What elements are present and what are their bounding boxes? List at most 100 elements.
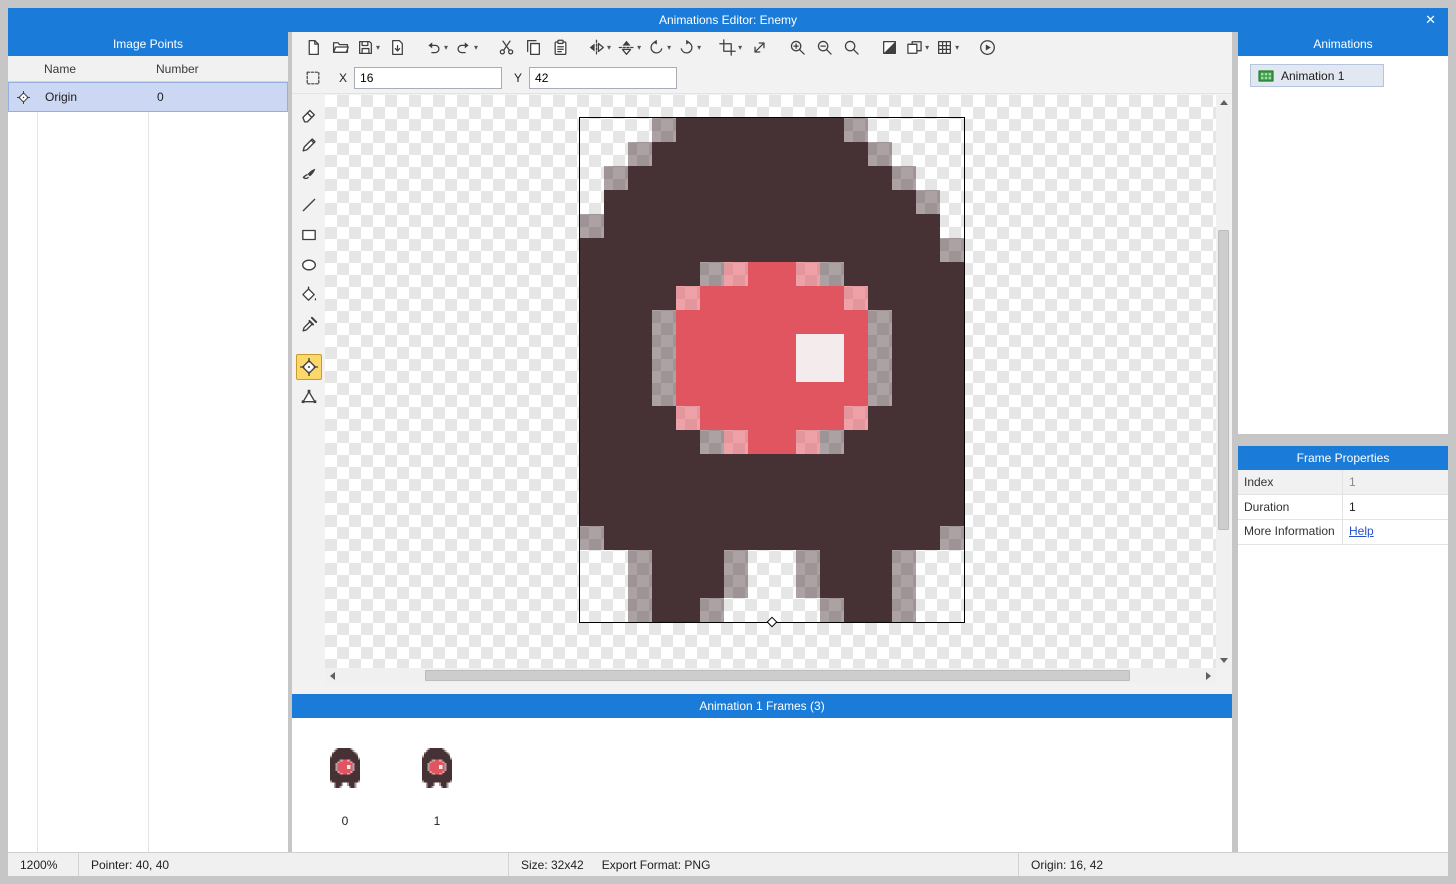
- play-animation-button[interactable]: [974, 34, 1000, 60]
- flip-horizontal-button[interactable]: ▾: [585, 34, 614, 60]
- paste-button[interactable]: [547, 34, 573, 60]
- zoom-in-button[interactable]: [784, 34, 810, 60]
- frame-thumbnail[interactable]: 1: [409, 748, 465, 828]
- open-folder-button[interactable]: [327, 34, 353, 60]
- flip-vertical-button[interactable]: ▾: [615, 34, 644, 60]
- toolbar-separator: [482, 47, 493, 48]
- y-input[interactable]: [529, 67, 677, 89]
- image-point-row-origin[interactable]: Origin 0: [8, 82, 288, 112]
- canvas-area[interactable]: [325, 95, 1216, 668]
- pencil-tool-button[interactable]: [296, 132, 322, 158]
- dropdown-arrow-icon[interactable]: ▾: [738, 43, 742, 52]
- coordinates-toolbar: X Y: [292, 62, 1232, 94]
- dropdown-arrow-icon[interactable]: ▾: [376, 43, 380, 52]
- sprite-canvas[interactable]: [580, 118, 964, 622]
- dropdown-arrow-icon[interactable]: ▾: [474, 43, 478, 52]
- eyedropper-icon: [300, 316, 318, 334]
- frame-properties-panel: Frame Properties Index 1 Duration 1 More…: [1238, 446, 1448, 852]
- origin-tool-button[interactable]: [296, 354, 322, 380]
- dropdown-arrow-icon[interactable]: ▾: [607, 43, 611, 52]
- frame-thumbnail[interactable]: 0: [317, 748, 373, 828]
- resize-button[interactable]: [746, 34, 772, 60]
- frame-sprite-canvas: [330, 748, 360, 788]
- origin-point-icon: [17, 91, 30, 104]
- copy-button[interactable]: [520, 34, 546, 60]
- x-label: X: [339, 71, 347, 85]
- x-input[interactable]: [354, 67, 502, 89]
- crop-button[interactable]: ▾: [716, 34, 745, 60]
- vertical-scroll-thumb[interactable]: [1218, 230, 1229, 530]
- help-link[interactable]: Help: [1349, 524, 1374, 538]
- collision-polygon-tool-button[interactable]: [296, 384, 322, 410]
- fill-icon: [300, 286, 318, 304]
- dropdown-arrow-icon[interactable]: ▾: [697, 43, 701, 52]
- sprite-selection-box[interactable]: [580, 118, 964, 622]
- zoom-reset-button[interactable]: [838, 34, 864, 60]
- redo-icon: [455, 39, 472, 56]
- dropdown-arrow-icon[interactable]: ▾: [925, 43, 929, 52]
- dropdown-arrow-icon[interactable]: ▾: [667, 43, 671, 52]
- dropdown-arrow-icon[interactable]: ▾: [444, 43, 448, 52]
- frames-list: 01: [292, 718, 1232, 852]
- scroll-down-arrow[interactable]: [1216, 653, 1231, 668]
- invert-background-button[interactable]: [876, 34, 902, 60]
- animations-header: Animations: [1238, 32, 1448, 56]
- eyedropper-tool-button[interactable]: [296, 312, 322, 338]
- redo-button[interactable]: ▾: [452, 34, 481, 60]
- brush-tool-button[interactable]: [296, 162, 322, 188]
- animation-strip-icon: [1258, 68, 1274, 84]
- toolbar-separator: [773, 47, 784, 48]
- grid-button[interactable]: ▾: [933, 34, 962, 60]
- main-toolbar: ▾ ▾ ▾ ▾ ▾ ▾ ▾ ▾ ▾ ▾: [292, 32, 1232, 62]
- pointer-position: Pointer: 40, 40: [91, 858, 169, 872]
- scroll-left-arrow[interactable]: [325, 668, 340, 683]
- cut-button[interactable]: [493, 34, 519, 60]
- animation-item[interactable]: Animation 1: [1250, 64, 1384, 87]
- dropdown-arrow-icon[interactable]: ▾: [637, 43, 641, 52]
- zoom-reset-icon: [843, 39, 860, 56]
- scroll-right-arrow[interactable]: [1201, 668, 1216, 683]
- save-button[interactable]: ▾: [354, 34, 383, 60]
- frame-properties-header: Frame Properties: [1238, 446, 1448, 470]
- column-divider: [37, 56, 38, 852]
- up-triangle-icon: [1220, 100, 1228, 105]
- export-image-icon: [389, 39, 406, 56]
- status-bar: 1200% Pointer: 40, 40 Size: 32x42 Export…: [8, 852, 1448, 876]
- selection-tool-button[interactable]: [300, 65, 326, 91]
- undo-button[interactable]: ▾: [422, 34, 451, 60]
- rotate-clockwise-button[interactable]: ▾: [675, 34, 704, 60]
- frame-sprite-canvas: [422, 748, 452, 788]
- tool-strip: [292, 94, 325, 668]
- origin-marker[interactable]: [767, 617, 778, 628]
- zoom-out-button[interactable]: [811, 34, 837, 60]
- export-image-button[interactable]: [384, 34, 410, 60]
- line-tool-button[interactable]: [296, 192, 322, 218]
- grid-icon: [936, 39, 953, 56]
- rotate-anticlockwise-button[interactable]: ▾: [645, 34, 674, 60]
- onion-skin-button[interactable]: ▾: [903, 34, 932, 60]
- y-label: Y: [514, 71, 522, 85]
- line-icon: [300, 196, 318, 214]
- horizontal-scroll-thumb[interactable]: [425, 670, 1130, 681]
- animation-item-label: Animation 1: [1281, 69, 1344, 83]
- image-point-name: Origin: [38, 90, 149, 104]
- export-format: Export Format: PNG: [602, 858, 711, 872]
- ellipse-tool-button[interactable]: [296, 252, 322, 278]
- title-bar[interactable]: Animations Editor: Enemy ✕: [8, 8, 1448, 32]
- scroll-up-arrow[interactable]: [1216, 95, 1231, 110]
- close-button[interactable]: ✕: [1425, 8, 1436, 32]
- property-row-more-information: More Information Help: [1238, 520, 1448, 545]
- fill-tool-button[interactable]: [296, 282, 322, 308]
- dropdown-arrow-icon[interactable]: ▾: [955, 43, 959, 52]
- rectangle-tool-button[interactable]: [296, 222, 322, 248]
- ellipse-icon: [300, 256, 318, 274]
- window-title: Animations Editor: Enemy: [659, 13, 797, 27]
- new-file-button[interactable]: [300, 34, 326, 60]
- index-value: 1: [1343, 470, 1448, 494]
- right-column: Animations Animation 1 Frame Properties …: [1238, 32, 1448, 852]
- duration-value[interactable]: 1: [1343, 495, 1448, 519]
- horizontal-scrollbar[interactable]: [325, 668, 1216, 683]
- sprite-size: Size: 32x42: [521, 858, 584, 872]
- vertical-scrollbar[interactable]: [1216, 95, 1231, 668]
- eraser-tool-button[interactable]: [296, 102, 322, 128]
